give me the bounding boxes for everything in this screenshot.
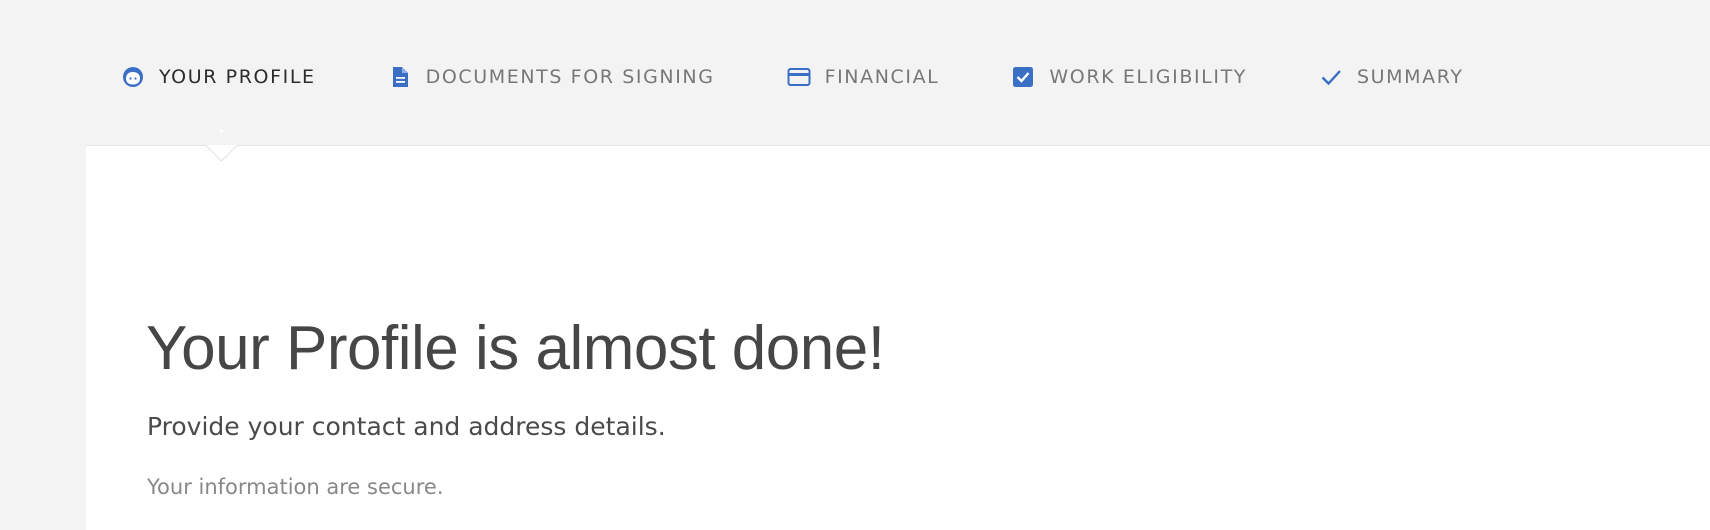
profile-panel: Your Profile is almost done! Provide you… <box>86 129 1710 530</box>
page-title: Your Profile is almost done! <box>146 314 885 383</box>
step-label: FINANCIAL <box>824 66 940 88</box>
step-financial[interactable]: FINANCIAL <box>787 65 940 89</box>
step-label: DOCUMENTS FOR SIGNING <box>425 66 715 88</box>
step-work-eligibility[interactable]: WORK ELIGIBILITY <box>1011 65 1247 89</box>
step-summary[interactable]: SUMMARY <box>1319 65 1464 89</box>
step-label: YOUR PROFILE <box>159 66 316 88</box>
step-label: SUMMARY <box>1356 66 1464 88</box>
step-navigation-bar: YOUR PROFILE DOCUMENTS FOR SIGNING FINAN… <box>0 0 1710 145</box>
step-label: WORK ELIGIBILITY <box>1049 66 1247 88</box>
security-note: Your information are secure. <box>147 475 444 499</box>
page-subtitle: Provide your contact and address details… <box>147 412 666 441</box>
face-icon <box>121 65 145 89</box>
step-your-profile[interactable]: YOUR PROFILE <box>121 65 316 89</box>
checkbox-icon <box>1011 65 1035 89</box>
checkmark-icon <box>1319 65 1343 89</box>
credit-card-icon <box>787 65 811 89</box>
progress-steps: YOUR PROFILE DOCUMENTS FOR SIGNING FINAN… <box>121 60 1464 94</box>
document-icon <box>388 65 412 89</box>
step-documents-for-signing[interactable]: DOCUMENTS FOR SIGNING <box>388 65 715 89</box>
